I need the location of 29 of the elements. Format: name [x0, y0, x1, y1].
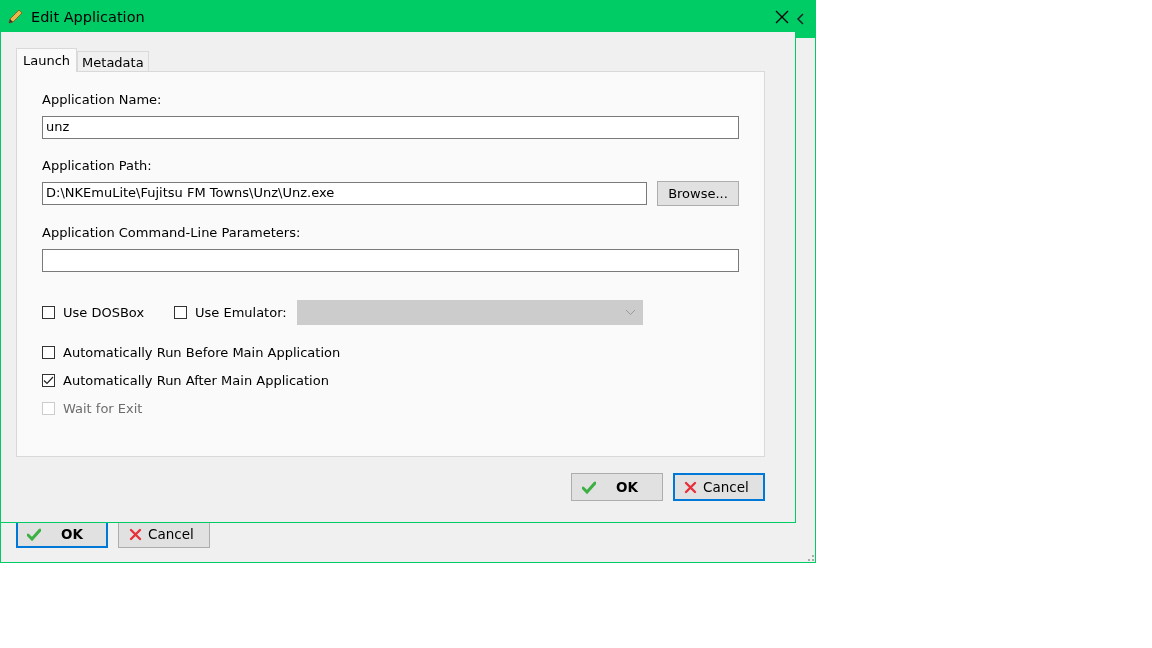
checkbox-label: Use DOSBox — [63, 305, 145, 320]
cancel-button[interactable]: Cancel — [673, 473, 765, 501]
checkbox[interactable] — [42, 374, 55, 387]
checkbox-label: Use Emulator: — [195, 305, 287, 320]
resize-grip-icon[interactable] — [808, 555, 814, 561]
field-label: Application Command-Line Parameters: — [42, 225, 302, 242]
checkbox-label: Wait for Exit — [63, 401, 143, 416]
cross-icon — [684, 480, 697, 494]
pencil-icon — [7, 8, 23, 25]
cross-icon — [129, 527, 142, 541]
window-title: Edit Application — [31, 8, 146, 25]
checkbox[interactable] — [42, 306, 55, 319]
tab[interactable]: Launch — [16, 48, 78, 72]
checkbox-label: Automatically Run After Main Application — [63, 373, 329, 388]
input-field[interactable] — [42, 249, 739, 272]
close-icon[interactable] — [775, 9, 789, 24]
ok-button[interactable]: OK — [571, 473, 663, 501]
field-label: Application Path: — [42, 158, 153, 175]
chevron-down-icon — [624, 309, 636, 316]
checkbox[interactable] — [42, 346, 55, 359]
chevron-icon — [796, 13, 804, 25]
checkbox-label: Automatically Run Before Main Application — [63, 345, 341, 360]
input-field[interactable]: unz — [42, 116, 739, 139]
input-field[interactable]: D:\NKEmuLite\Fujitsu FM Towns\Unz\Unz.exe — [42, 182, 647, 205]
browse-button[interactable]: Browse... — [657, 181, 739, 206]
field-label: Application Name: — [42, 92, 163, 109]
checkmark-icon — [27, 527, 41, 541]
tab[interactable]: Metadata — [77, 51, 149, 71]
checkmark-icon — [582, 480, 596, 494]
